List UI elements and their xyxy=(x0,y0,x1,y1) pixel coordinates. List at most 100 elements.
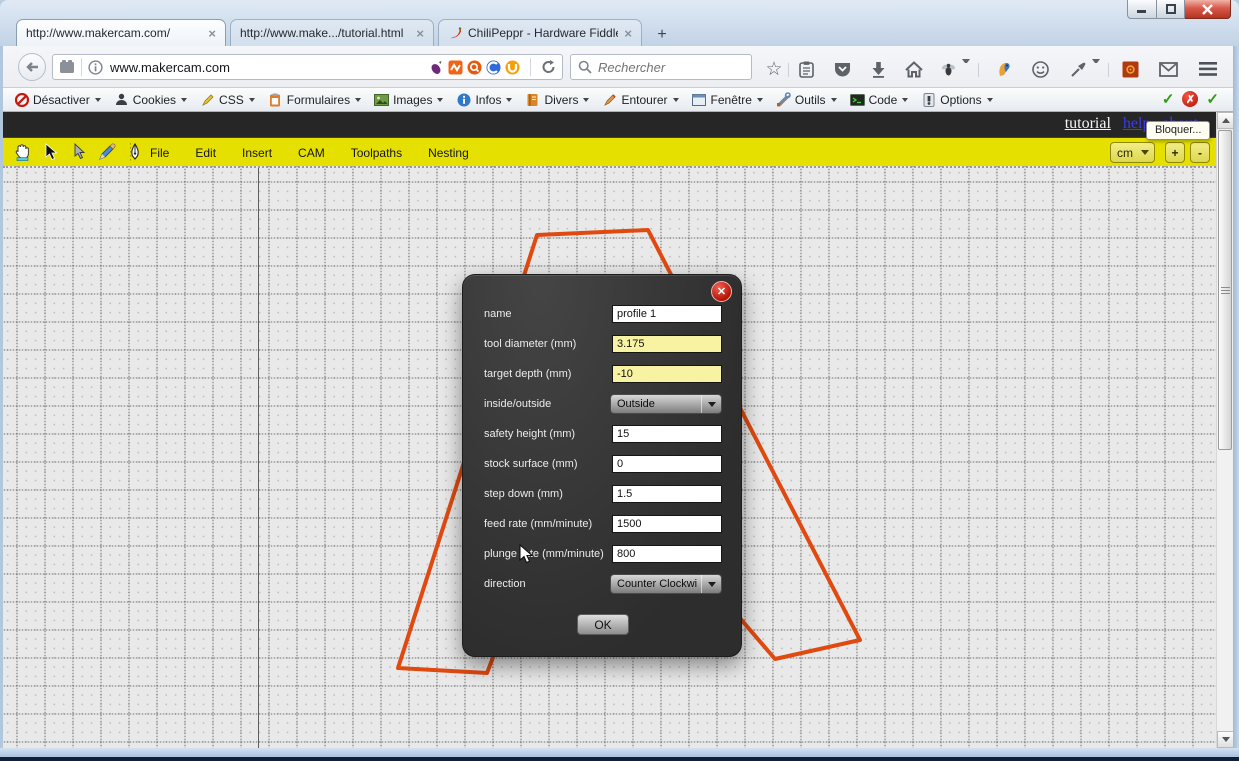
devbar-item-entourer[interactable]: Entourer xyxy=(602,92,678,107)
check-icon[interactable]: ✓ xyxy=(1206,90,1219,108)
pan-tool-icon[interactable] xyxy=(12,141,33,162)
new-tab-button[interactable]: + xyxy=(648,24,676,46)
dialog-row: step down (mm) xyxy=(484,479,722,509)
webdeveloper-toolbar: Désactiver Cookies CSS Formulaires Image… xyxy=(2,88,1233,112)
scroll-down-button[interactable] xyxy=(1217,731,1234,748)
info-icon[interactable] xyxy=(88,60,103,75)
tool-diameter-input[interactable] xyxy=(612,335,722,353)
maximize-button[interactable] xyxy=(1157,0,1185,19)
zigzag-addon-icon[interactable] xyxy=(448,60,463,75)
step-down-input[interactable] xyxy=(612,485,722,503)
swirl-addon-icon[interactable] xyxy=(486,60,501,75)
devbar-item-options[interactable]: Options xyxy=(921,92,992,107)
menu-icon[interactable] xyxy=(1198,59,1218,79)
back-button[interactable] xyxy=(18,53,46,81)
window-border-right xyxy=(1233,46,1239,748)
safety-height-input[interactable] xyxy=(612,425,722,443)
pen-tool-icon[interactable] xyxy=(124,141,145,162)
url-text[interactable]: www.makercam.com xyxy=(110,60,230,75)
home-icon[interactable] xyxy=(904,59,924,79)
error-icon[interactable]: ✗ xyxy=(1182,91,1198,107)
tab-tutorial[interactable]: http://www.make.../tutorial.html × xyxy=(230,19,434,46)
scrollbar-thumb[interactable] xyxy=(1218,130,1232,450)
direct-select-tool-icon[interactable] xyxy=(68,141,89,162)
divider xyxy=(788,63,789,77)
inside-outside-select[interactable]: Outside xyxy=(610,394,722,414)
devbar-item-outils[interactable]: Outils xyxy=(776,92,837,107)
devbar-item-images[interactable]: Images xyxy=(374,92,443,107)
dialog-row: target depth (mm) xyxy=(484,359,722,389)
reading-list-icon[interactable] xyxy=(796,59,816,79)
dialog-row: safety height (mm) xyxy=(484,419,722,449)
menu-cam[interactable]: CAM xyxy=(298,146,325,160)
name-input[interactable] xyxy=(612,305,722,323)
pocket-icon[interactable] xyxy=(832,59,852,79)
eggplant-addon-icon[interactable] xyxy=(429,60,444,75)
scroll-up-button[interactable] xyxy=(1217,112,1234,129)
drawing-canvas[interactable]: ✕ name tool diameter (mm) target depth (… xyxy=(3,166,1216,748)
close-window-button[interactable] xyxy=(1185,0,1231,19)
orange-addon-icon[interactable] xyxy=(1120,59,1140,79)
menu-nesting[interactable]: Nesting xyxy=(428,146,469,160)
pencil-tool-icon[interactable] xyxy=(96,141,117,162)
menu-edit[interactable]: Edit xyxy=(195,146,216,160)
tab-chilipeppr[interactable]: ChiliPeppr - Hardware Fiddle × xyxy=(438,19,642,46)
chevron-down-icon[interactable] xyxy=(1092,59,1100,79)
dialog-row: inside/outside Outside xyxy=(484,389,722,419)
stock-surface-input[interactable] xyxy=(612,455,722,473)
bookmark-star-icon[interactable]: ☆ xyxy=(764,59,784,79)
menu-insert[interactable]: Insert xyxy=(242,146,272,160)
eyedropper-icon[interactable] xyxy=(1068,59,1088,79)
devbar-item-fenetre[interactable]: Fenêtre xyxy=(692,92,763,107)
tutorial-link[interactable]: tutorial xyxy=(1065,115,1111,132)
search-input[interactable] xyxy=(598,60,728,75)
menu-toolpaths[interactable]: Toolpaths xyxy=(351,146,402,160)
clipboard-icon xyxy=(268,92,283,107)
person-icon xyxy=(114,92,129,107)
fly-addon-icon[interactable] xyxy=(938,59,958,79)
vertical-scrollbar[interactable] xyxy=(1216,112,1233,748)
u-smiley-addon-icon[interactable] xyxy=(505,60,520,75)
select-tool-icon[interactable] xyxy=(40,141,61,162)
field-label: tool diameter (mm) xyxy=(484,338,576,350)
tab-makercam[interactable]: http://www.makercam.com/ × xyxy=(16,19,226,46)
minimize-button[interactable] xyxy=(1127,0,1157,19)
profile-parameters-dialog: ✕ name tool diameter (mm) target depth (… xyxy=(462,274,742,657)
zoom-in-button[interactable]: + xyxy=(1165,142,1185,163)
devbar-item-formulaires[interactable]: Formulaires xyxy=(268,92,361,107)
close-icon[interactable]: × xyxy=(624,26,632,41)
devbar-item-cookies[interactable]: Cookies xyxy=(114,92,187,107)
devbar-item-divers[interactable]: Divers xyxy=(525,92,589,107)
url-bar[interactable]: www.makercam.com xyxy=(52,54,563,80)
site-identity-icon[interactable] xyxy=(59,59,75,75)
tool-buttons xyxy=(12,141,145,162)
chevron-down-icon[interactable] xyxy=(962,59,970,79)
units-select[interactable]: cm xyxy=(1110,142,1155,163)
devbar-item-css[interactable]: CSS xyxy=(200,92,255,107)
site-header: tutorial help about xyxy=(2,112,1216,137)
zoom-out-button[interactable]: - xyxy=(1190,142,1210,163)
ok-button[interactable]: OK xyxy=(577,614,629,635)
direction-select[interactable]: Counter Clockwi xyxy=(610,574,722,594)
dialog-row: name xyxy=(484,299,722,329)
downloads-icon[interactable] xyxy=(868,59,888,79)
search-bar[interactable] xyxy=(570,54,752,80)
terminal-icon xyxy=(850,92,865,107)
devbar-item-code[interactable]: Code xyxy=(850,92,909,107)
smiley-addon-icon[interactable] xyxy=(1030,59,1050,79)
menu-file[interactable]: File xyxy=(150,146,169,160)
mail-icon[interactable] xyxy=(1158,59,1178,79)
close-icon[interactable]: × xyxy=(416,26,424,41)
devbar-item-desactiver[interactable]: Désactiver xyxy=(14,92,101,107)
field-label: safety height (mm) xyxy=(484,428,575,440)
field-label: inside/outside xyxy=(484,398,551,410)
feed-rate-input[interactable] xyxy=(612,515,722,533)
devbar-item-infos[interactable]: Infos xyxy=(456,92,512,107)
plunge-rate-input[interactable] xyxy=(612,545,722,563)
check-icon[interactable]: ✓ xyxy=(1162,90,1175,108)
parrot-addon-icon[interactable] xyxy=(994,59,1014,79)
close-icon[interactable]: × xyxy=(208,26,216,41)
reload-icon[interactable] xyxy=(541,59,556,75)
target-depth-input[interactable] xyxy=(612,365,722,383)
q-addon-icon[interactable] xyxy=(467,60,482,75)
